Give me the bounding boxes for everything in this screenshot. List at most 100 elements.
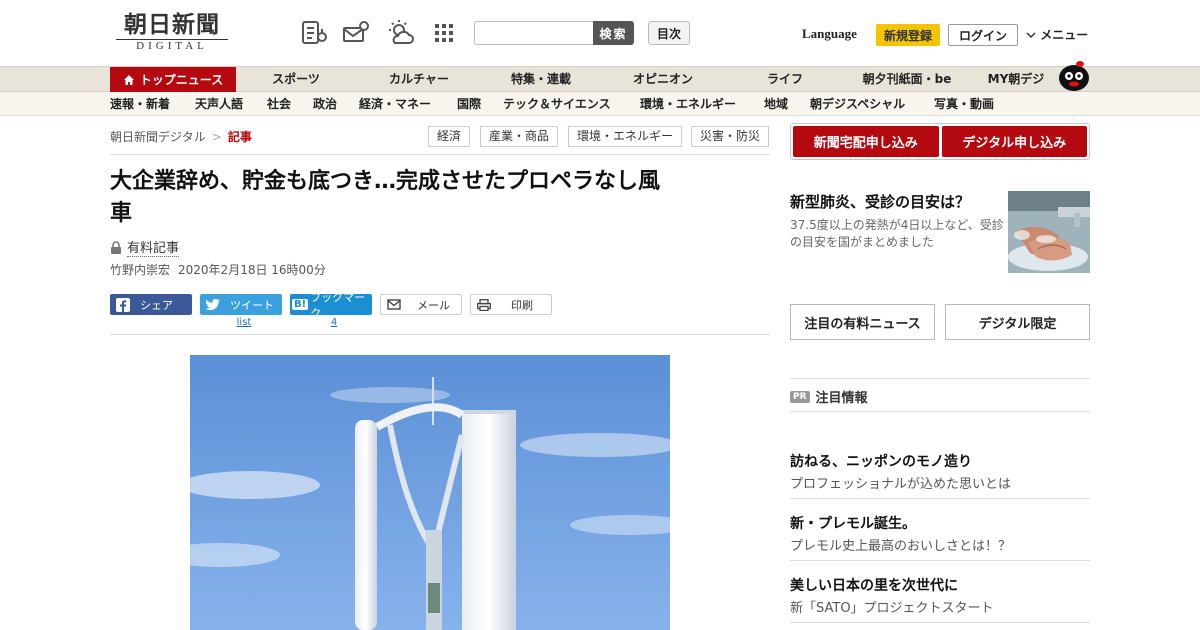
primary-nav: トップニュース スポーツ カルチャー 特集・連載 オピニオン ライフ 朝夕刊紙面…	[0, 66, 1200, 92]
nav-society[interactable]: 社会	[267, 92, 291, 116]
breadcrumb-separator: >	[211, 130, 222, 144]
pr-item-desc[interactable]: プレモル史上最高のおいしさとは！？	[790, 535, 1011, 554]
hatena-bookmark-icon: B!	[292, 299, 309, 310]
pr-item-desc[interactable]: プロフェッショナルが込めた思いとは	[790, 473, 1011, 492]
nav-tensei-jingo[interactable]: 天声人語	[195, 92, 243, 116]
site-header: 朝日新聞 DIGITAL 検索 目次 Language 新規登録 ログイン メニ…	[0, 0, 1200, 66]
nav-opinion[interactable]: オピニオン	[633, 67, 693, 92]
byline: 竹野内崇宏 2020年2月18日 16時00分	[110, 261, 326, 278]
weather-sun-cloud-icon[interactable]	[386, 19, 414, 47]
lock-icon	[111, 240, 121, 254]
divider	[790, 378, 1090, 379]
paid-label-text[interactable]: 有料記事	[127, 237, 180, 257]
facebook-icon	[116, 297, 130, 312]
nav-environment[interactable]: 環境・エネルギー	[640, 92, 736, 116]
nav-breaking[interactable]: 速報・新着	[110, 92, 170, 116]
search-input[interactable]	[474, 21, 594, 45]
feature-thumbnail[interactable]	[1008, 191, 1090, 273]
headline-line-2: 車	[110, 201, 133, 226]
twitter-tweet-button[interactable]: ツイート	[200, 294, 282, 315]
mail-share-button[interactable]: メール	[380, 294, 462, 315]
subscribe-paper-button[interactable]: 新聞宅配申し込み	[793, 126, 939, 157]
pr-section-header: PR 注目情報	[790, 387, 868, 406]
nav-international[interactable]: 国際	[457, 92, 481, 116]
pr-item-title[interactable]: 新・プレモル誕生。	[790, 513, 916, 533]
wind-turbine-photo	[190, 355, 670, 630]
twitter-icon	[206, 298, 220, 310]
breadcrumb: 朝日新聞デジタル > 記事	[110, 128, 252, 145]
menu-label: メニュー	[1040, 28, 1089, 42]
home-icon	[123, 74, 134, 85]
mail-share-label: メール	[417, 298, 450, 312]
twitter-count[interactable]: list	[237, 317, 252, 328]
nav-economy[interactable]: 経済・マネー	[359, 92, 431, 116]
secondary-nav: 速報・新着 天声人語 社会 政治 経済・マネー 国際 テック＆サイエンス 環境・…	[0, 92, 1200, 116]
nav-my-asadigi[interactable]: MY朝デジ	[988, 67, 1045, 92]
hatena-bookmark-button[interactable]: B! ブックマーク	[290, 291, 372, 320]
facebook-share-label: シェア	[140, 298, 173, 312]
nav-politics[interactable]: 政治	[313, 92, 337, 116]
logo-japanese: 朝日新聞	[124, 11, 220, 38]
pr-heading: 注目情報	[815, 391, 868, 406]
asahi-digital-logo[interactable]: 朝日新聞 DIGITAL	[116, 12, 228, 54]
pr-item-title[interactable]: 美しい日本の里を次世代に	[790, 575, 958, 595]
print-icon	[477, 298, 491, 311]
divider	[790, 622, 1090, 623]
search-button[interactable]: 検索	[593, 21, 634, 45]
tag-economy[interactable]: 経済	[428, 126, 471, 147]
nav-culture[interactable]: カルチャー	[389, 67, 449, 92]
feature-title[interactable]: 新型肺炎、受診の目安は？	[790, 191, 970, 212]
login-button[interactable]: ログイン	[948, 24, 1018, 46]
hand-washing-photo	[1008, 191, 1090, 273]
breadcrumb-root[interactable]: 朝日新聞デジタル	[110, 130, 206, 144]
divider	[110, 154, 770, 155]
logo-english: DIGITAL	[116, 39, 228, 53]
mail-icon	[387, 299, 401, 310]
tab-paid-news[interactable]: 注目の有料ニュース	[790, 304, 935, 340]
pr-item-desc[interactable]: 新「SATO」プロジェクトスタート	[790, 597, 994, 616]
nav-special[interactable]: 朝デジスペシャル	[810, 92, 905, 116]
breadcrumb-current: 記事	[227, 130, 252, 144]
article-headline: 大企業辞め、貯金も底つき…完成させたプロペラなし風 車	[110, 166, 760, 230]
nav-life[interactable]: ライフ	[767, 67, 803, 92]
nav-newspaper-be[interactable]: 朝夕刊紙面・be	[863, 67, 952, 92]
nav-tech-science[interactable]: テック＆サイエンス	[503, 92, 611, 116]
pr-badge: PR	[790, 390, 810, 403]
publish-date: 2020年2月18日 16時00分	[178, 263, 326, 277]
nav-region[interactable]: 地域	[764, 92, 788, 116]
chevron-down-icon	[1026, 32, 1036, 39]
nav-features[interactable]: 特集・連載	[511, 67, 571, 92]
hatena-count[interactable]: 4	[331, 317, 337, 328]
author: 竹野内崇宏	[110, 263, 171, 277]
register-button[interactable]: 新規登録	[876, 24, 940, 46]
feature-description: 37.5度以上の発熱が4日以上など、受診の目安を国がまとめました	[790, 218, 1004, 249]
facebook-share-button[interactable]: シェア	[110, 294, 192, 315]
language-link[interactable]: Language	[802, 26, 857, 42]
print-label: 印刷	[511, 298, 533, 312]
mascot-character-icon[interactable]	[1054, 58, 1092, 92]
news-list-icon[interactable]	[300, 19, 328, 47]
print-button[interactable]: 印刷	[470, 294, 552, 315]
weather-mail-icon[interactable]	[342, 19, 370, 47]
menu-button[interactable]: メニュー	[1026, 26, 1088, 43]
tag-disaster[interactable]: 災害・防災	[691, 126, 770, 147]
subscribe-digital-button[interactable]: デジタル申し込み	[941, 126, 1087, 157]
divider	[790, 560, 1090, 561]
table-of-contents-button[interactable]: 目次	[648, 21, 690, 45]
article-photo[interactable]	[190, 355, 670, 630]
hatena-bookmark-label: ブックマーク	[310, 290, 366, 320]
divider	[110, 334, 770, 335]
nav-top-news[interactable]: トップニュース	[110, 67, 236, 92]
pr-item-title[interactable]: 訪ねる、ニッポンのモノ造り	[790, 451, 972, 471]
twitter-tweet-label: ツイート	[230, 298, 274, 312]
nav-sports[interactable]: スポーツ	[272, 67, 320, 92]
subscribe-box: 新聞宅配申し込み デジタル申し込み	[790, 123, 1090, 160]
tab-digital-only[interactable]: デジタル限定	[945, 304, 1090, 340]
app-grid-icon[interactable]	[430, 19, 458, 47]
tag-environment[interactable]: 環境・エネルギー	[568, 126, 683, 147]
nav-photo-video[interactable]: 写真・動画	[934, 92, 994, 116]
headline-line-1: 大企業辞め、貯金も底つき…完成させたプロペラなし風	[110, 169, 661, 194]
nav-top-news-label: トップニュース	[139, 73, 224, 87]
paid-article-label: 有料記事	[110, 237, 180, 257]
tag-industry[interactable]: 産業・商品	[480, 126, 559, 147]
